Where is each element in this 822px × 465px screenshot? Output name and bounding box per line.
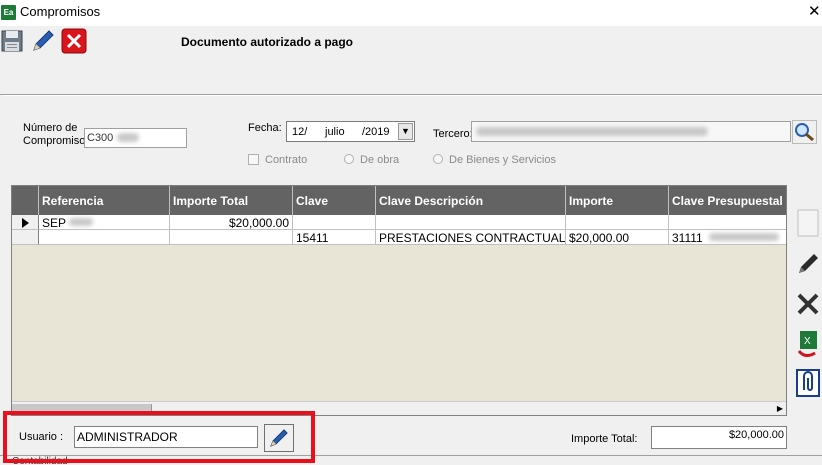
delete-icon[interactable] — [61, 28, 87, 54]
blank-tool-button[interactable] — [795, 208, 821, 238]
redacted-mark — [476, 127, 708, 136]
current-row-arrow-icon — [22, 218, 29, 228]
toolbar: Documento autorizado a pago — [0, 26, 822, 57]
importe-total-field: $20,000.00 — [651, 426, 787, 449]
cell-clave-presupuestal: 31111 — [669, 230, 786, 245]
cancel-tool-button[interactable] — [795, 289, 821, 319]
grid-header: Referencia Importe Total Clave Clave Des… — [12, 186, 786, 215]
excel-export-icon: X — [797, 331, 817, 358]
cell-importe: $20,000.00 — [566, 230, 669, 245]
cell-referencia-text: SEP — [42, 216, 67, 230]
highlight-box — [3, 411, 315, 463]
col-importe[interactable]: Importe — [566, 186, 669, 215]
de-bienes-label: De Bienes y Servicios — [449, 154, 556, 166]
cell-clave-descripcion: PRESTACIONES CONTRACTUALES — [376, 230, 566, 245]
cell-clave-descripcion — [376, 215, 566, 230]
grid-corner — [12, 186, 39, 215]
radio-circle — [344, 154, 354, 164]
tercero-input[interactable] — [471, 121, 791, 142]
cancel-tool-icon — [797, 293, 819, 315]
app-icon: Ea — [1, 5, 16, 20]
cell-clave: 15411 — [293, 230, 376, 245]
scroll-right-icon[interactable]: ▶ — [777, 404, 783, 413]
numero-label-line2: Compromiso: — [23, 135, 89, 147]
numero-compromiso-label: Número de Compromiso: — [23, 122, 88, 148]
fecha-day: 12/ — [292, 126, 308, 138]
compromisos-grid[interactable]: Referencia Importe Total Clave Clave Des… — [11, 185, 787, 416]
table-row[interactable]: 15411 PRESTACIONES CONTRACTUALES $20,000… — [12, 230, 786, 245]
save-icon[interactable] — [0, 28, 26, 54]
numero-compromiso-value: C300 — [87, 132, 114, 144]
redacted-mark — [709, 233, 779, 241]
excel-export-button[interactable]: X — [795, 329, 821, 359]
attachment-button[interactable] — [795, 368, 821, 398]
pencil-icon — [799, 254, 818, 273]
redacted-mark — [69, 218, 93, 226]
blank-icon — [797, 209, 819, 237]
edit-row-button[interactable] — [795, 248, 821, 278]
radio-circle — [433, 154, 443, 164]
cell-referencia: SEP — [39, 215, 170, 230]
contrato-checkbox[interactable]: Contrato — [248, 154, 307, 166]
col-clave[interactable]: Clave — [293, 186, 376, 215]
col-importe-total[interactable]: Importe Total — [170, 186, 293, 215]
contrato-label: Contrato — [265, 154, 308, 166]
edit-pencil-icon[interactable] — [30, 28, 56, 54]
col-clave-presupuestal[interactable]: Clave Presupuestal — [669, 186, 786, 215]
fecha-date-picker[interactable]: 12/ julio /2019 ▼ — [286, 121, 415, 142]
fecha-label: Fecha: — [248, 122, 282, 134]
row-indicator — [12, 215, 39, 230]
tercero-label: Tercero: — [433, 128, 473, 140]
importe-total-label: Importe Total: — [571, 433, 638, 445]
fecha-month: julio — [325, 126, 345, 138]
cell-clave-presupuestal-text: 31111 — [672, 231, 703, 245]
document-status: Documento autorizado a pago — [181, 35, 354, 49]
col-referencia[interactable]: Referencia — [39, 186, 170, 215]
table-row[interactable]: SEP $20,000.00 — [12, 215, 786, 230]
attachment-icon — [796, 369, 820, 397]
de-bienes-radio[interactable]: De Bienes y Servicios — [433, 154, 556, 166]
window-title: Compromisos — [20, 4, 101, 19]
row-indicator — [12, 230, 39, 245]
cell-importe-total: $20,000.00 — [170, 215, 293, 230]
cell-referencia — [39, 230, 170, 245]
numero-label-line1: Número de — [23, 122, 78, 134]
cell-importe-total — [170, 230, 293, 245]
de-obra-radio[interactable]: De obra — [344, 154, 399, 166]
title-bar: Ea Compromisos ✕ — [0, 0, 822, 26]
search-icon — [795, 123, 814, 142]
svg-text:X: X — [804, 336, 811, 347]
close-icon[interactable]: ✕ — [808, 2, 821, 20]
numero-compromiso-input[interactable]: C300 — [84, 128, 187, 148]
chevron-down-icon[interactable]: ▼ — [398, 123, 413, 140]
col-clave-descripcion[interactable]: Clave Descripción — [376, 186, 566, 215]
panel-divider-highlight — [3, 95, 822, 96]
cell-clave-presupuestal — [669, 215, 786, 230]
cell-clave — [293, 215, 376, 230]
search-button[interactable] — [792, 120, 817, 144]
cell-importe — [566, 215, 669, 230]
fecha-year: /2019 — [362, 126, 390, 138]
redacted-mark — [117, 133, 139, 142]
checkbox-box — [248, 154, 259, 165]
de-obra-label: De obra — [360, 154, 400, 166]
